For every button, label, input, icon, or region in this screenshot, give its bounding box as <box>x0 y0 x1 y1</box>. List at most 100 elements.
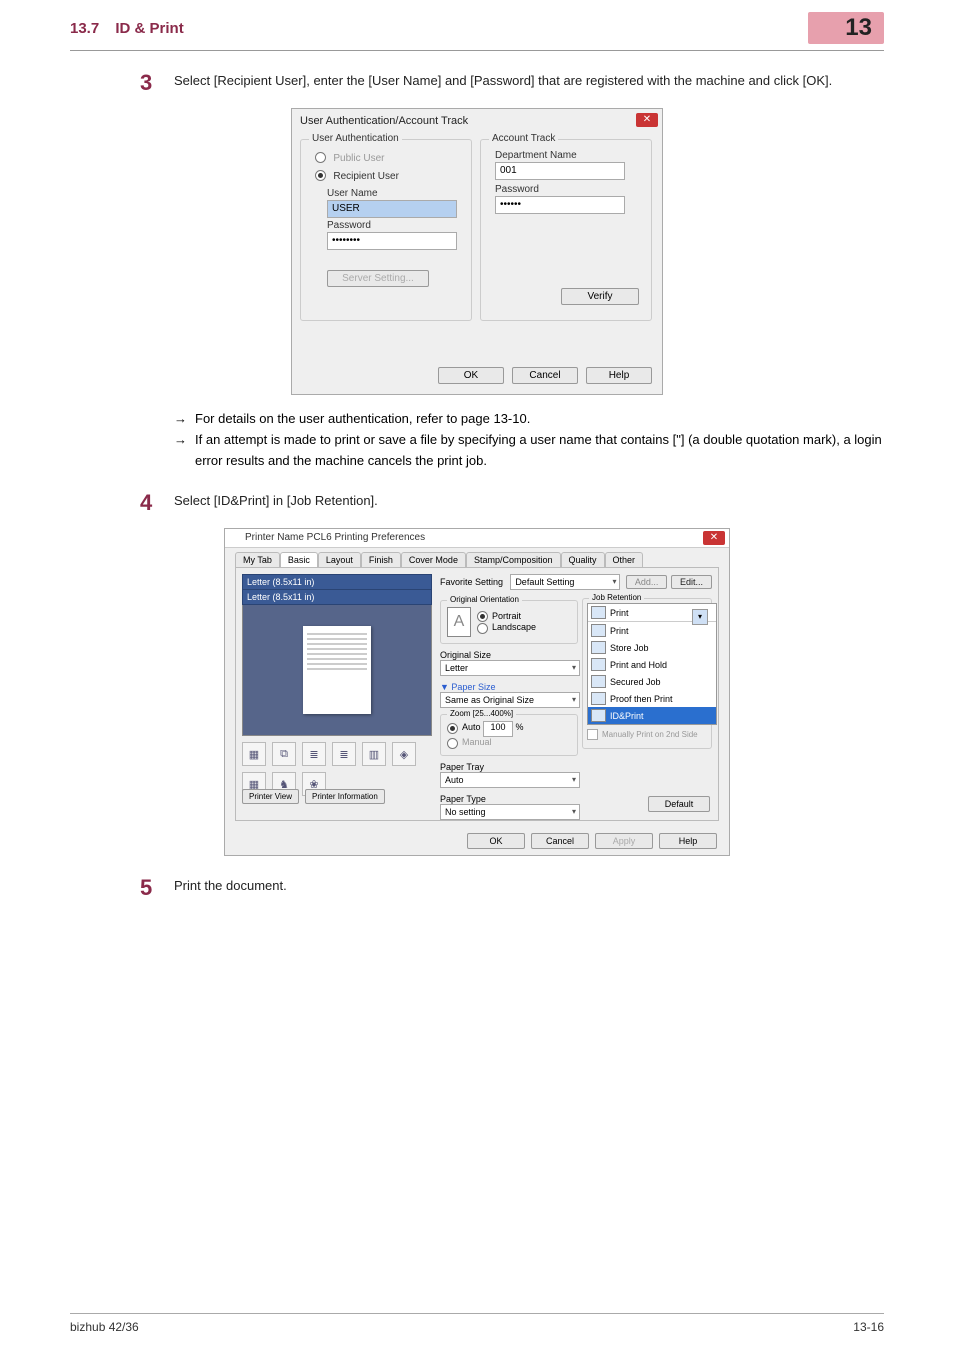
help-button[interactable]: Help <box>586 367 652 384</box>
input-dept-name[interactable]: 001 <box>495 162 625 180</box>
server-setting-button[interactable]: Server Setting... <box>327 270 429 287</box>
print-icon <box>591 606 606 619</box>
group-account-track: Account Track <box>489 133 558 144</box>
arrow-icon: → <box>174 409 187 430</box>
radio-portrait[interactable] <box>477 611 488 622</box>
group-zoom: Zoom [25...400%] <box>447 709 516 718</box>
cancel-button[interactable]: Cancel <box>512 367 578 384</box>
default-button[interactable]: Default <box>648 796 710 812</box>
preview-icon[interactable]: ▦ <box>242 742 266 766</box>
print-hold-icon <box>591 658 606 671</box>
tab-covermode[interactable]: Cover Mode <box>401 552 466 567</box>
printer-info-button[interactable]: Printer Information <box>305 789 385 804</box>
label-paper-type: Paper Type <box>440 794 578 804</box>
tab-quality[interactable]: Quality <box>561 552 605 567</box>
page-thumb-icon <box>303 626 371 714</box>
preview-icon[interactable]: ◈ <box>392 742 416 766</box>
step-text: Print the document. <box>174 876 884 896</box>
group-user-auth: User Authentication <box>309 133 402 144</box>
label-password: Password <box>327 220 371 231</box>
step-number: 5 <box>140 876 174 899</box>
bullet-text: If an attempt is made to print or save a… <box>195 430 884 472</box>
radio-auto[interactable] <box>447 723 458 734</box>
radio-landscape[interactable] <box>477 623 488 634</box>
select-paper-tray[interactable]: Auto <box>440 772 580 788</box>
section-header: 13.7 ID & Print <box>70 20 184 37</box>
orientation-icon: A <box>447 607 471 637</box>
radio-manual-label: Manual <box>462 737 492 747</box>
store-icon <box>591 641 606 654</box>
dialog-title: User Authentication/Account Track <box>300 115 468 127</box>
help-button[interactable]: Help <box>659 833 717 849</box>
label-dept-name: Department Name <box>495 150 577 161</box>
select-original-size[interactable]: Letter <box>440 660 580 676</box>
select-favorite[interactable]: Default Setting <box>510 574 620 590</box>
add-button[interactable]: Add... <box>626 575 668 589</box>
label-paper-tray: Paper Tray <box>440 762 578 772</box>
tab-finish[interactable]: Finish <box>361 552 401 567</box>
label-username: User Name <box>327 188 378 199</box>
label-original-size: Original Size <box>440 650 578 660</box>
radio-portrait-label: Portrait <box>492 611 521 621</box>
proof-icon <box>591 692 606 705</box>
group-job-retention: Job Retention <box>589 593 644 602</box>
edit-button[interactable]: Edit... <box>671 575 712 589</box>
preview-size-2: Letter (8.5x11 in) <box>242 590 432 605</box>
arrow-icon: → <box>174 430 187 472</box>
input-password[interactable]: •••••••• <box>327 232 457 250</box>
tab-other[interactable]: Other <box>605 552 644 567</box>
ok-button[interactable]: OK <box>467 833 525 849</box>
dd-item[interactable]: Secured Job <box>610 677 661 687</box>
section-title: ID & Print <box>115 20 183 37</box>
select-paper-size[interactable]: Same as Original Size <box>440 692 580 708</box>
step-number: 3 <box>140 71 174 94</box>
input-account-password[interactable]: •••••• <box>495 196 625 214</box>
radio-manual[interactable] <box>447 738 458 749</box>
dialog-title: Printer Name PCL6 Printing Preferences <box>245 532 425 543</box>
preview-icon[interactable]: ⧉ <box>272 742 296 766</box>
tab-mytab[interactable]: My Tab <box>235 552 280 567</box>
preview-icon[interactable]: ≣ <box>332 742 356 766</box>
preview-icon[interactable]: ≣ <box>302 742 326 766</box>
apply-button[interactable]: Apply <box>595 833 653 849</box>
dd-item[interactable]: Print and Hold <box>610 660 667 670</box>
radio-public-user[interactable] <box>315 152 326 163</box>
idprint-icon <box>591 709 606 722</box>
dd-item[interactable]: ID&Print <box>610 711 644 721</box>
tab-stamp[interactable]: Stamp/Composition <box>466 552 561 567</box>
preview-size-1: Letter (8.5x11 in) <box>242 574 432 590</box>
step-text: Select [ID&Print] in [Job Retention]. <box>174 491 884 511</box>
dd-item[interactable]: Print <box>610 626 629 636</box>
checkbox-manual-2nd-side[interactable] <box>587 729 598 740</box>
close-icon[interactable]: ✕ <box>636 113 658 127</box>
close-icon[interactable]: ✕ <box>703 531 725 545</box>
zoom-value[interactable]: 100 <box>483 721 513 737</box>
print-icon <box>591 624 606 637</box>
label-paper-size: ▼ Paper Size <box>440 682 578 692</box>
chevron-down-icon[interactable]: ▾ <box>692 609 708 625</box>
ok-button[interactable]: OK <box>438 367 504 384</box>
cancel-button[interactable]: Cancel <box>531 833 589 849</box>
printer-view-button[interactable]: Printer View <box>242 789 299 804</box>
secured-icon <box>591 675 606 688</box>
preview-icon[interactable]: ▥ <box>362 742 386 766</box>
select-paper-type[interactable]: No setting <box>440 804 580 820</box>
dialog-printing-prefs: Printer Name PCL6 Printing Preferences ✕… <box>224 528 730 856</box>
preview-pane: Letter (8.5x11 in) Letter (8.5x11 in) ▦ … <box>242 574 432 804</box>
radio-public-user-label: Public User <box>333 153 384 164</box>
dd-item[interactable]: Store Job <box>610 643 649 653</box>
tab-basic[interactable]: Basic <box>280 552 318 567</box>
checkbox-manual-2nd-side-label: Manually Print on 2nd Side <box>602 730 698 739</box>
dd-item[interactable]: Proof then Print <box>610 694 673 704</box>
dd-selected: Print <box>610 608 629 618</box>
radio-landscape-label: Landscape <box>492 622 536 632</box>
section-number: 13.7 <box>70 20 99 37</box>
radio-recipient-user[interactable] <box>315 170 326 181</box>
radio-recipient-user-label: Recipient User <box>333 171 399 182</box>
zoom-unit: % <box>516 722 524 732</box>
footer-left: bizhub 42/36 <box>70 1320 139 1334</box>
input-username[interactable]: USER <box>327 200 457 218</box>
verify-button[interactable]: Verify <box>561 288 639 305</box>
label-favorite: Favorite Setting <box>440 577 510 587</box>
tab-layout[interactable]: Layout <box>318 552 361 567</box>
